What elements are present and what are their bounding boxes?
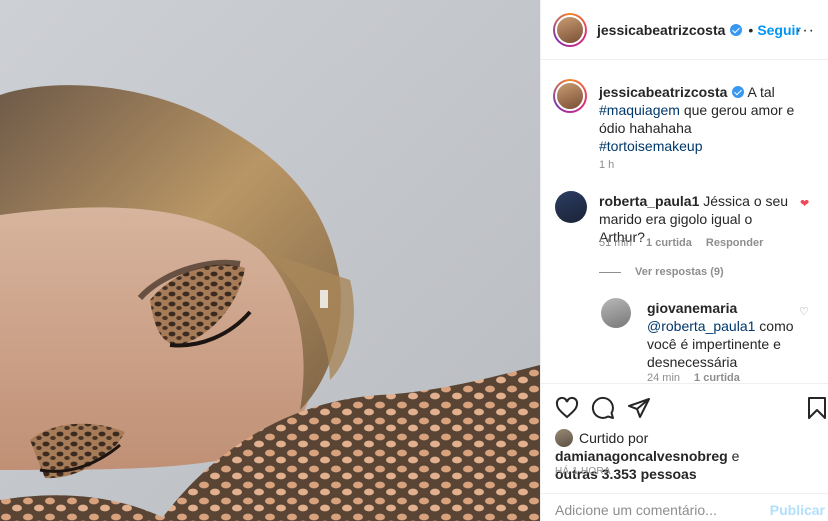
post-timestamp[interactable]: HÁ 1 HORA — [555, 466, 611, 477]
comment-username[interactable]: roberta_paula1 — [599, 193, 699, 209]
comment-like-heart-icon[interactable]: ❤ — [800, 197, 809, 210]
reply-avatar[interactable] — [601, 298, 631, 328]
publish-button[interactable]: Publicar — [770, 502, 825, 518]
liked-by-prefix: Curtido por — [579, 430, 649, 446]
reply-username[interactable]: giovanemaria — [647, 300, 737, 316]
caption-text: jessicabeatrizcosta A tal #maquiagem que… — [599, 83, 799, 155]
post-viewer: jessicabeatrizcosta • Seguir ··· jessica… — [0, 0, 828, 521]
add-comment-bar: Publicar — [541, 493, 828, 521]
liked-by-user[interactable]: damianagoncalvesnobreg — [555, 448, 728, 464]
comment-input[interactable] — [555, 502, 765, 518]
author-username[interactable]: jessicabeatrizcosta — [597, 22, 725, 38]
reply-text: giovanemaria @roberta_paula1 como você é… — [647, 299, 797, 371]
separator-dot: • — [748, 21, 754, 38]
follow-button[interactable]: Seguir — [757, 22, 801, 38]
comments-list[interactable]: jessicabeatrizcosta A tal #maquiagem que… — [541, 61, 828, 383]
post-side-panel: jessicabeatrizcosta • Seguir ··· jessica… — [540, 0, 828, 521]
verified-badge-icon — [732, 86, 745, 98]
bookmark-icon[interactable] — [805, 396, 828, 420]
caption-username[interactable]: jessicabeatrizcosta — [599, 84, 727, 100]
mention-link[interactable]: @roberta_paula1 — [647, 318, 755, 334]
hashtag-link[interactable]: #tortoisemakeup — [599, 138, 703, 154]
commenter-avatar[interactable] — [555, 191, 587, 223]
post-actions: Curtido por damianagoncalvesnobreg e out… — [541, 383, 828, 493]
caption-time[interactable]: 1 h — [599, 159, 614, 171]
view-replies-button[interactable]: Ver respostas (9) — [635, 266, 724, 278]
reply-like-heart-icon[interactable]: ♡ — [799, 305, 809, 318]
reply-meta: 24 min 1 curtida — [647, 372, 740, 383]
comment-meta: 51 min 1 curtida Responder — [599, 237, 763, 249]
post-photo[interactable] — [0, 0, 540, 521]
reply-likes[interactable]: 1 curtida — [694, 372, 740, 383]
author-avatar[interactable] — [553, 12, 587, 47]
replies-divider — [599, 272, 621, 273]
liker-avatar[interactable] — [555, 429, 573, 447]
post-header: jessicabeatrizcosta • Seguir ··· — [541, 0, 828, 60]
reply-time[interactable]: 24 min — [647, 372, 680, 383]
reply-button[interactable]: Responder — [706, 237, 763, 249]
more-options-icon[interactable]: ··· — [796, 22, 815, 40]
comment-icon[interactable] — [591, 396, 615, 420]
hashtag-link[interactable]: #maquiagem — [599, 102, 680, 118]
verified-badge-icon — [730, 23, 743, 36]
comment-time[interactable]: 51 min — [599, 237, 632, 249]
caption-avatar[interactable] — [553, 79, 587, 113]
share-icon[interactable] — [627, 396, 651, 420]
heart-icon[interactable] — [555, 396, 579, 420]
liked-by-conj: e — [731, 448, 740, 464]
comment-likes[interactable]: 1 curtida — [646, 237, 692, 249]
post-photo-illustration — [0, 0, 540, 521]
caption-text-part: A tal — [747, 84, 775, 100]
caption-meta: 1 h — [599, 159, 614, 171]
